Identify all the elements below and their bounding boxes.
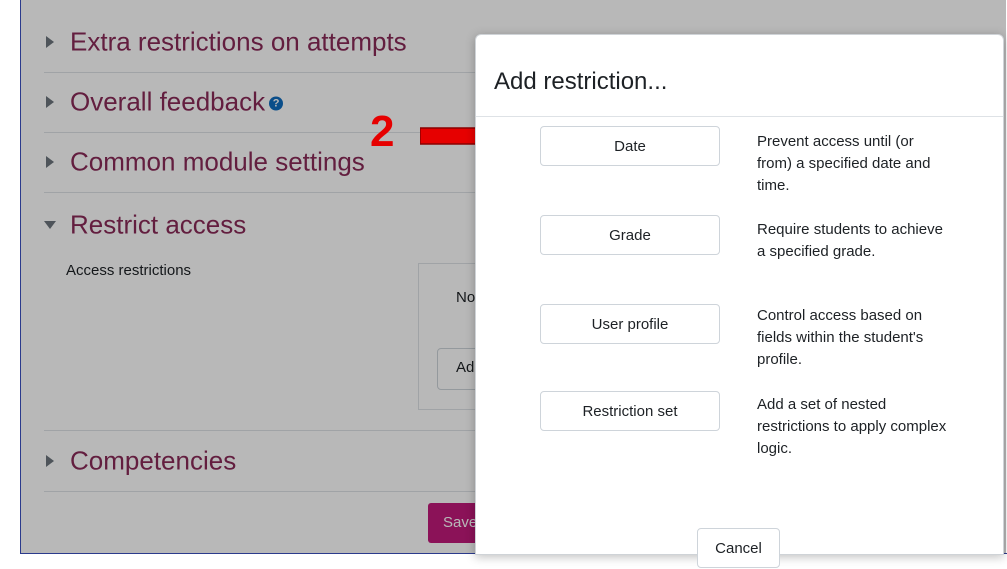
user-profile-description: Control access based on fields within th… [757,307,924,368]
user-profile-button[interactable]: User profile [540,304,720,344]
restriction-set-button[interactable]: Restriction set [540,391,720,431]
date-button[interactable]: Date [540,126,720,166]
add-restriction-dialog: Add restriction... Date Prevent access u… [475,34,1004,568]
cancel-button[interactable]: Cancel [697,528,780,568]
grade-description: Require students to achieve a specified … [757,221,943,260]
dialog-title: Add restriction... [494,68,668,95]
grade-button[interactable]: Grade [540,215,720,255]
annotation-step-number: 2 [370,107,395,156]
dialog-divider [476,116,1003,117]
restriction-set-description: Add a set of nested restrictions to appl… [757,396,947,457]
date-description: Prevent access until (or from) a specifi… [757,133,931,194]
